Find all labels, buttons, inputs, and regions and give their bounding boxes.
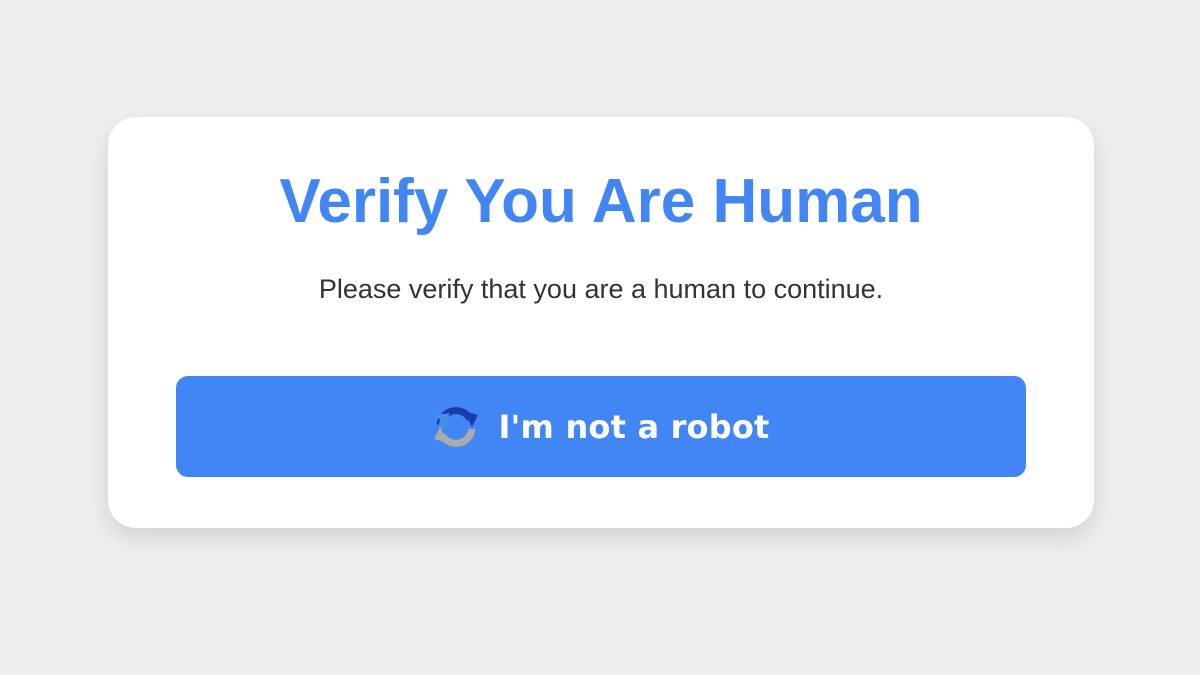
button-label: I'm not a robot: [498, 407, 770, 446]
recaptcha-icon: [432, 403, 480, 451]
not-a-robot-button[interactable]: I'm not a robot: [176, 376, 1026, 477]
page-title: Verify You Are Human: [279, 167, 923, 236]
instruction-text: Please verify that you are a human to co…: [318, 274, 884, 304]
verification-card: Verify You Are Human Please verify that …: [108, 117, 1094, 528]
